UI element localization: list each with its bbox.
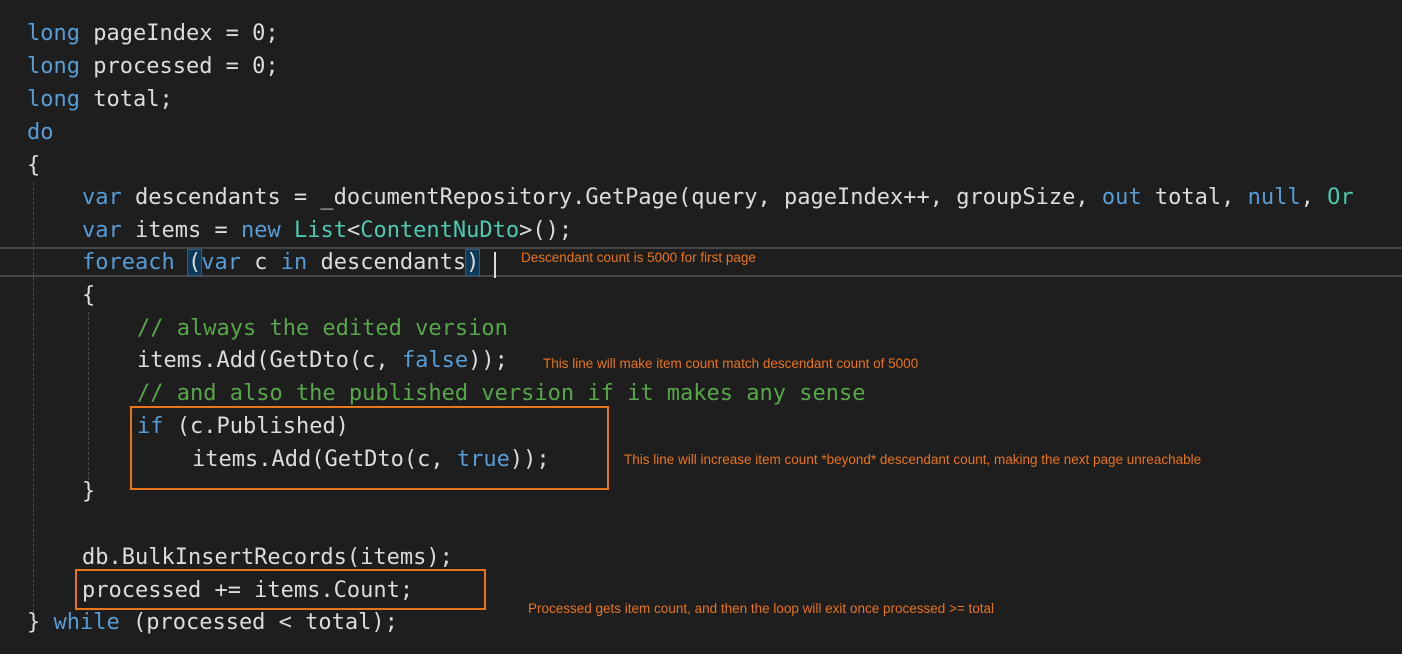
code-text: processed =	[79, 54, 253, 79]
code-text: (processed < total);	[119, 610, 398, 635]
keyword: long	[27, 21, 80, 46]
code-text: ;	[265, 21, 279, 46]
code-line-4: do	[27, 116, 54, 149]
code-text: total,	[1141, 185, 1248, 210]
annotation-note-processed: Processed gets item count, and then the …	[528, 601, 995, 616]
code-text: db.BulkInsertRecords(items);	[82, 545, 453, 570]
keyword: new	[240, 218, 281, 243]
annotation-note-beyond-count: This line will increase item count *beyo…	[624, 452, 1202, 467]
code-text: descendants	[307, 250, 467, 275]
keyword: null	[1247, 185, 1301, 210]
annotation-note-descendant-count: Descendant count is 5000 for first page	[521, 250, 756, 265]
code-text: c	[240, 250, 281, 275]
indent-guide	[33, 182, 34, 612]
annotation-box-processed	[75, 569, 486, 610]
text-caret	[494, 252, 496, 278]
code-line-3: long total;	[27, 83, 173, 116]
code-text: ;	[265, 54, 279, 79]
code-text: >();	[519, 218, 573, 243]
brace-match-highlight: )	[465, 249, 481, 276]
code-line-6: var descendants = _documentRepository.Ge…	[82, 181, 1354, 214]
code-line-2: long processed = 0;	[27, 50, 279, 83]
code-line-11: items.Add(GetDto(c, false));	[137, 344, 508, 377]
keyword: while	[53, 610, 120, 635]
number-literal: 0	[252, 21, 266, 46]
code-text: }	[27, 610, 54, 635]
code-comment: // and also the published version if it …	[137, 381, 866, 406]
code-text: ,	[1300, 185, 1328, 210]
code-line-10: // always the edited version	[137, 312, 508, 345]
brace-match-highlight: (	[186, 249, 203, 276]
keyword: var	[82, 218, 122, 243]
keyword: do	[27, 120, 54, 145]
code-line-8: foreach (var c in descendants)	[82, 246, 481, 279]
code-text: }	[82, 479, 96, 504]
keyword: foreach	[82, 250, 175, 275]
keyword: false	[401, 348, 469, 373]
indent-guide	[88, 312, 89, 480]
code-text: items =	[121, 218, 241, 243]
code-editor[interactable]: long pageIndex = 0; long processed = 0; …	[0, 0, 1402, 654]
code-text: pageIndex =	[79, 21, 253, 46]
code-text: items.Add(GetDto(c,	[137, 348, 402, 373]
type-name: Or	[1327, 185, 1354, 210]
code-line-5: {	[27, 149, 40, 182]
code-text: ));	[468, 348, 508, 373]
code-text: {	[82, 283, 96, 308]
code-comment: // always the edited version	[137, 316, 508, 341]
code-line-7: var items = new List<ContentNuDto>();	[82, 214, 572, 247]
code-text: {	[27, 153, 41, 178]
code-line-15: }	[82, 475, 95, 508]
code-line-9: {	[82, 279, 95, 312]
keyword: var	[201, 250, 241, 275]
code-line-1: long pageIndex = 0;	[27, 17, 279, 50]
keyword: in	[280, 250, 308, 275]
code-text: total;	[79, 87, 173, 112]
code-text: descendants = _documentRepository.GetPag…	[121, 185, 1102, 210]
keyword: out	[1101, 185, 1142, 210]
annotation-note-item-count-match: This line will make item count match des…	[543, 356, 919, 371]
keyword: var	[82, 185, 122, 210]
type-name: ContentNuDto	[360, 218, 520, 243]
code-line-18: } while (processed < total);	[27, 606, 398, 639]
keyword: long	[27, 54, 80, 79]
type-name: List	[293, 218, 347, 243]
keyword: long	[27, 87, 80, 112]
code-text: <	[346, 218, 361, 243]
annotation-box-if-published	[130, 406, 609, 490]
number-literal: 0	[252, 54, 266, 79]
